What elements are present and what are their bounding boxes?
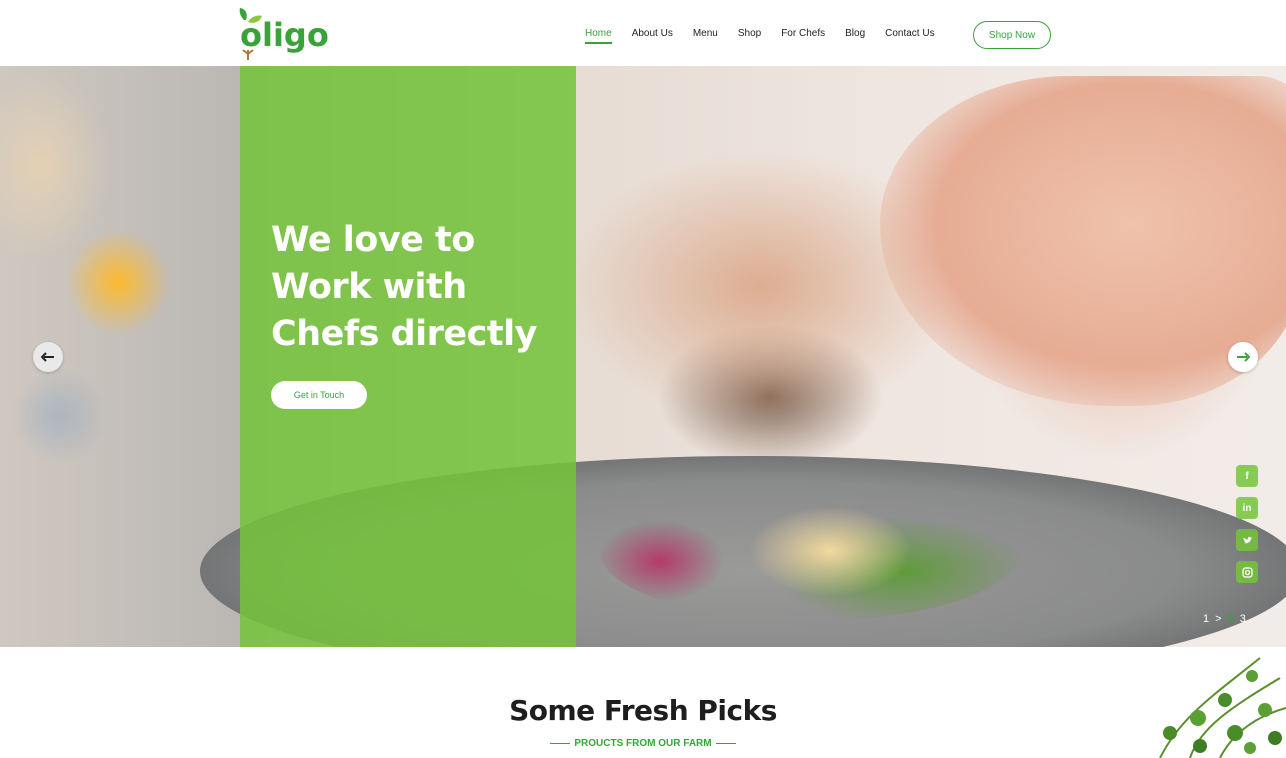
section-subtitle-text: PROUCTS FROM OUR FARM	[574, 738, 712, 749]
facebook-icon[interactable]: f	[1236, 465, 1258, 487]
hero-title: We love to Work with Chefs directly	[271, 217, 571, 358]
microgreens-decoration	[1159, 657, 1286, 758]
shop-now-button[interactable]: Shop Now	[973, 21, 1051, 49]
food-image	[600, 481, 1020, 621]
hero-slider: We love to Work with Chefs directly Get …	[0, 66, 1286, 647]
subtitle-rule-right	[715, 742, 736, 745]
section-subtitle: PROUCTS FROM OUR FARM	[0, 738, 1286, 749]
slide-pager: 1 > 2 3	[1203, 613, 1246, 625]
subtitle-rule-left	[550, 742, 571, 745]
nav-item-about-us[interactable]: About Us	[632, 22, 673, 45]
hero-title-line: Chefs directly	[271, 314, 537, 354]
page: oligo Home About Us Menu Shop For Chefs …	[0, 0, 1286, 758]
nav-item-shop[interactable]: Shop	[738, 22, 761, 45]
logo-text: oligo	[240, 16, 329, 54]
logo[interactable]: oligo	[236, 6, 332, 60]
pager-separator: >	[1215, 613, 1222, 625]
twitter-icon[interactable]	[1236, 529, 1258, 551]
hero-title-line: Work with	[271, 267, 467, 307]
main-nav: Home About Us Menu Shop For Chefs Blog C…	[575, 0, 955, 66]
pager-first[interactable]: 1	[1203, 613, 1209, 625]
nav-item-blog[interactable]: Blog	[845, 22, 865, 45]
nav-item-contact-us[interactable]: Contact Us	[885, 22, 934, 45]
section-title: Some Fresh Picks	[509, 694, 777, 727]
pager-current[interactable]: 2	[1228, 613, 1234, 625]
chef-hand-image	[880, 76, 1286, 406]
instagram-icon[interactable]	[1236, 561, 1258, 583]
site-header: oligo Home About Us Menu Shop For Chefs …	[0, 0, 1286, 66]
nav-item-for-chefs[interactable]: For Chefs	[781, 22, 825, 45]
nav-item-home[interactable]: Home	[585, 22, 612, 45]
pager-last[interactable]: 3	[1240, 613, 1246, 625]
hero-title-line: We love to	[271, 220, 475, 260]
next-slide-button[interactable]	[1228, 342, 1258, 372]
linkedin-icon[interactable]: in	[1236, 497, 1258, 519]
get-in-touch-button[interactable]: Get in Touch	[271, 381, 367, 409]
prev-slide-button[interactable]	[33, 342, 63, 372]
arrow-right-icon	[1237, 352, 1250, 362]
arrow-left-icon	[41, 352, 54, 362]
nav-item-menu[interactable]: Menu	[693, 22, 718, 45]
